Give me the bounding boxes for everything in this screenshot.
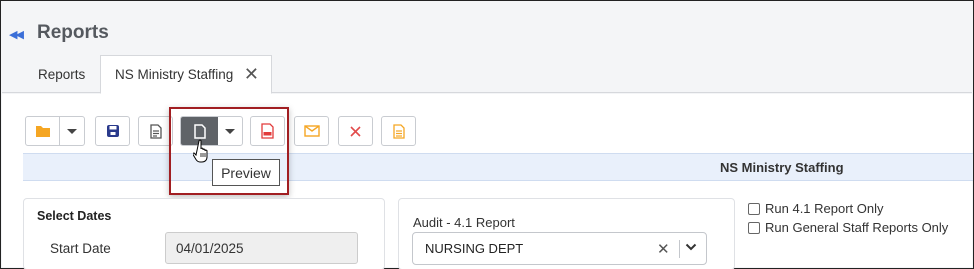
tab-reports-label: Reports [38,66,86,82]
run-41-report-only-option[interactable]: Run 4.1 Report Only [748,201,884,216]
select-dates-title: Select Dates [37,209,112,223]
hand-cursor-icon [193,139,208,163]
tab-ns-ministry-staffing[interactable]: NS Ministry Staffing ✕ [100,55,272,94]
envelope-icon [303,125,320,137]
note-icon [392,123,405,139]
close-icon [350,125,361,137]
report-title-banner: NS Ministry Staffing [23,153,973,181]
chevron-down-icon [67,128,77,134]
save-button[interactable] [95,116,130,146]
run-41-report-only-label: Run 4.1 Report Only [765,201,884,216]
page-header: ◀◀ Reports [2,2,972,54]
double-chevron-left-icon[interactable]: ◀◀ [9,28,24,41]
tab-ns-ministry-staffing-label: NS Ministry Staffing [115,67,234,82]
document-button[interactable] [138,116,173,146]
delete-button[interactable] [338,116,373,146]
run-general-staff-reports-only-label: Run General Staff Reports Only [765,220,949,235]
save-icon [106,125,119,137]
close-icon[interactable]: ✕ [244,65,259,83]
start-date-label: Start Date [50,241,111,256]
email-button[interactable] [294,116,329,146]
document-icon [149,123,162,139]
audit-select-value: NURSING DEPT [425,241,524,256]
preview-tooltip: Preview [212,159,280,186]
select-separator [679,240,680,258]
open-folder-split-button [25,116,85,146]
start-date-field[interactable]: 04/01/2025 [165,232,358,264]
run-general-staff-reports-only-option[interactable]: Run General Staff Reports Only [748,220,948,235]
clear-icon[interactable]: ✕ [657,240,670,258]
open-folder-button[interactable] [26,117,60,145]
audit-select[interactable]: NURSING DEPT ✕ [412,232,707,265]
report-title: NS Ministry Staffing [720,160,844,175]
page-title: Reports [37,22,109,43]
start-date-value: 04/01/2025 [176,240,244,256]
run-41-report-only-checkbox[interactable] [748,202,760,215]
folder-icon [35,126,50,137]
run-general-staff-reports-only-checkbox[interactable] [748,221,760,234]
open-folder-dropdown[interactable] [60,117,84,145]
tab-reports[interactable]: Reports [26,55,100,93]
chevron-down-icon[interactable] [685,242,697,252]
notes-button[interactable] [381,116,416,146]
tab-bar: Reports NS Ministry Staffing ✕ [2,55,972,94]
audit-label: Audit - 4.1 Report [413,215,515,230]
